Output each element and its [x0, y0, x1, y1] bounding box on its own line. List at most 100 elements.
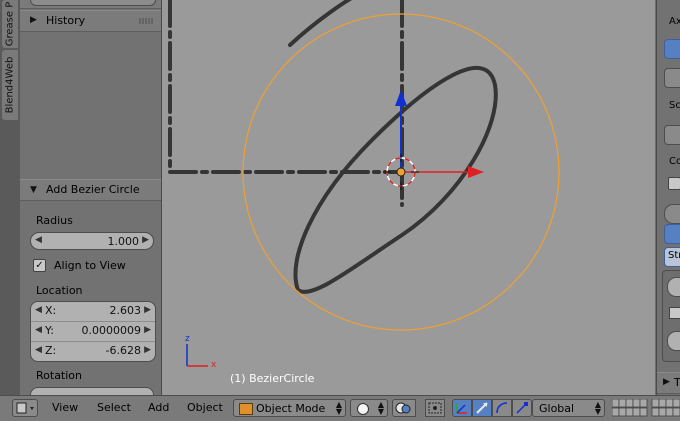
numeric-field[interactable]: [667, 277, 680, 297]
co-label: Co: [669, 156, 680, 167]
pivot-point-button[interactable]: [392, 399, 416, 417]
radius-label: Radius: [36, 214, 73, 227]
location-fields: ◀ X: 2.603 ▶ ◀ Y: 0.0000009 ▶ ◀ Z: -6.62…: [30, 301, 156, 362]
axes-label: Ax: [669, 16, 680, 27]
location-x-value: 2.603: [109, 304, 142, 317]
str-label: Str: [668, 250, 680, 261]
active-option-button[interactable]: [664, 224, 680, 244]
expand-triangle-icon: ▶: [30, 15, 37, 25]
decrement-arrow-icon[interactable]: ◀: [35, 325, 42, 335]
image-icon[interactable]: [664, 68, 680, 88]
tool-shelf: ▶ History ▼ Add Bezier Circle Radius ◀ 1…: [20, 0, 173, 395]
decrement-arrow-icon[interactable]: ◀: [35, 305, 42, 315]
menu-object[interactable]: Object: [187, 401, 223, 414]
previous-panel-button[interactable]: [30, 0, 156, 6]
manipulator-toggle-button[interactable]: [452, 399, 472, 417]
up-down-arrows-icon: ▲ ▼: [594, 400, 601, 416]
rotation-x-field[interactable]: [30, 387, 154, 395]
x-axis-arrow-icon[interactable]: [468, 166, 484, 178]
viewport-header: View Select Add Object Object Mode ▲ ▼ ▲ ▼: [0, 395, 680, 421]
orientation-value: Global: [539, 402, 575, 415]
location-y-axis: Y:: [45, 324, 54, 337]
orientation-dropdown[interactable]: Global ▲ ▼: [532, 399, 605, 417]
selected-object-status: (1) BezierCircle: [230, 372, 315, 385]
gizmo-x-label: x: [211, 360, 217, 370]
tab-grease-pencil-label: Grease P: [4, 1, 16, 47]
properties-panel: Ax Sc Co Str ▶ T: [656, 0, 680, 395]
object-origin[interactable]: [396, 167, 406, 177]
tab-grease-pencil[interactable]: Grease P: [2, 0, 18, 48]
ellipse-curve: [293, 65, 498, 294]
history-panel-header[interactable]: ▶ History: [20, 10, 161, 32]
axes-toggle-button[interactable]: [664, 39, 680, 59]
translate-arrow-icon: [476, 402, 488, 414]
location-z-field[interactable]: ◀ Z: -6.628 ▶: [31, 342, 155, 361]
location-x-axis: X:: [45, 304, 57, 317]
tool-tabs-strip: Grease P Blend4Web: [0, 0, 20, 395]
str-option-button[interactable]: Str: [664, 247, 680, 267]
layers-grid-icon: [611, 398, 680, 417]
menu-add[interactable]: Add: [148, 401, 169, 414]
sub-checkbox[interactable]: [669, 307, 680, 319]
scale-label: Sc: [669, 100, 680, 111]
z-axis-arrow-icon[interactable]: [395, 90, 407, 106]
rotate-manipulator-button[interactable]: [492, 399, 512, 417]
rotation-label: Rotation: [36, 369, 83, 382]
object-mode-icon: [239, 403, 253, 415]
mode-dropdown[interactable]: Object Mode ▲ ▼: [233, 399, 346, 417]
option-checkbox[interactable]: [668, 177, 680, 190]
operator-panel-title: Add Bezier Circle: [46, 183, 140, 196]
numeric-field-2[interactable]: [667, 331, 680, 351]
location-y-field[interactable]: ◀ Y: 0.0000009 ▶: [31, 322, 155, 342]
collapse-triangle-icon: ▼: [30, 185, 37, 195]
location-z-value: -6.628: [105, 344, 141, 357]
scale-manipulator-button[interactable]: [512, 399, 532, 417]
translate-manipulator-button[interactable]: [472, 399, 492, 417]
viewport-canvas: z x: [168, 0, 560, 370]
expand-triangle-icon: ▶: [663, 377, 670, 387]
shading-dropdown[interactable]: ▲ ▼: [350, 399, 388, 417]
menu-view[interactable]: View: [52, 401, 78, 414]
location-y-value: 0.0000009: [81, 324, 142, 337]
solid-shading-icon: [357, 403, 369, 415]
up-down-arrows-icon: ▲ ▼: [377, 400, 384, 416]
increment-arrow-icon[interactable]: ▶: [144, 325, 151, 335]
operator-panel-header[interactable]: ▼ Add Bezier Circle: [20, 179, 161, 201]
tab-blend4web[interactable]: Blend4Web: [2, 50, 18, 120]
collapsed-panel-title: T: [674, 376, 680, 389]
align-to-view-checkbox[interactable]: ✓: [33, 259, 46, 272]
object-data-icon[interactable]: [664, 125, 680, 145]
option-dropdown[interactable]: [664, 204, 680, 224]
drag-grip-icon[interactable]: [139, 18, 153, 24]
menu-select[interactable]: Select: [97, 401, 131, 414]
collapsed-panel-header[interactable]: ▶ T: [657, 372, 680, 394]
manipulator-pivot-button[interactable]: [425, 399, 445, 417]
sub-panel: [662, 270, 680, 362]
mode-dropdown-value: Object Mode: [256, 402, 326, 415]
up-down-arrows-icon: ▲ ▼: [335, 400, 342, 416]
scale-icon: [516, 402, 528, 414]
rotate-arc-icon: [496, 402, 508, 414]
3d-viewport[interactable]: z x (1) BezierCircle: [162, 0, 655, 395]
align-to-view-label: Align to View: [54, 259, 126, 272]
location-x-field[interactable]: ◀ X: 2.603 ▶: [31, 302, 155, 322]
upper-curve: [288, 0, 353, 47]
decrement-arrow-icon[interactable]: ◀: [35, 345, 42, 355]
radius-value: 1.000: [107, 235, 140, 248]
gizmo-z-label: z: [185, 334, 190, 344]
decrement-arrow-icon[interactable]: ◀: [35, 235, 42, 245]
editor-type-button[interactable]: [12, 399, 38, 417]
center-points-icon: [428, 402, 442, 414]
reference-drawing: [168, 0, 498, 294]
pivot-icon: [395, 402, 411, 414]
history-panel-title: History: [46, 14, 86, 27]
tab-blend4web-label: Blend4Web: [4, 56, 16, 114]
location-label: Location: [36, 284, 83, 297]
increment-arrow-icon[interactable]: ▶: [144, 345, 151, 355]
location-z-axis: Z:: [45, 344, 57, 357]
cube-editor-icon: [16, 402, 34, 414]
increment-arrow-icon[interactable]: ▶: [142, 235, 149, 245]
radius-field[interactable]: ◀ 1.000 ▶: [30, 232, 154, 250]
increment-arrow-icon[interactable]: ▶: [144, 305, 151, 315]
layer-buttons[interactable]: [611, 398, 680, 417]
